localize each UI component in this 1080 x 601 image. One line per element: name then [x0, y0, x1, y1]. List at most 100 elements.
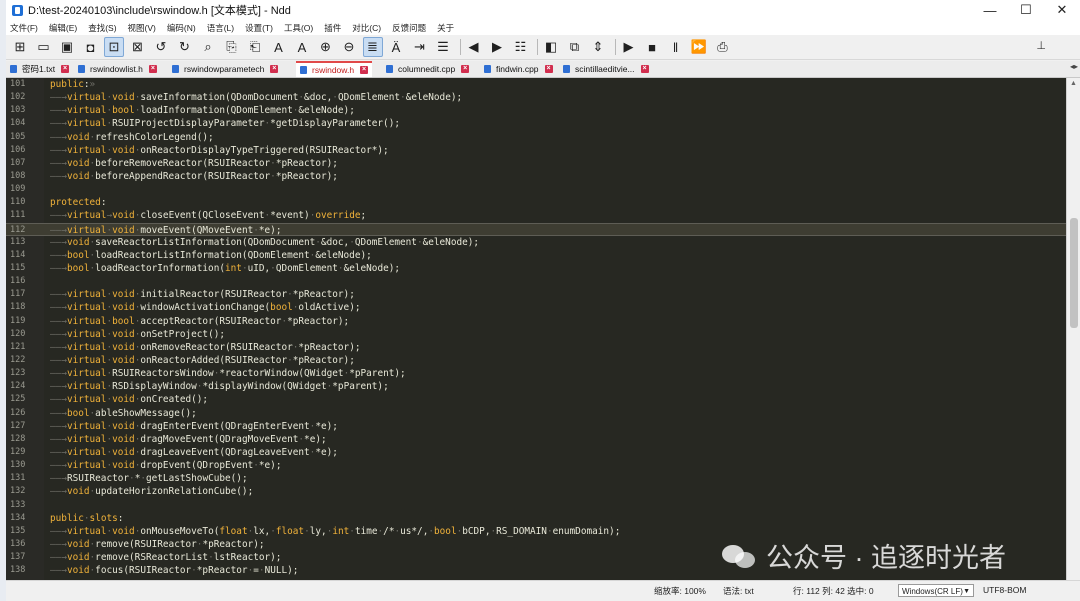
- macro-play-icon[interactable]: ▶: [619, 37, 639, 57]
- code-line[interactable]: 131 ——→RSUIReactor·*·getLastShowCube();: [6, 472, 1066, 485]
- code-line[interactable]: 111 ——→virtual→void·closeEvent(QCloseEven…: [6, 209, 1066, 222]
- editor-tab[interactable]: rswindowparametech ×: [172, 61, 279, 77]
- code-line[interactable]: 132 ——→void·updateHorizonRelationCube();: [6, 485, 1066, 498]
- show-symbols-icon[interactable]: Ä: [386, 37, 406, 57]
- bookmark-icon[interactable]: ⎗: [245, 37, 265, 57]
- code-line[interactable]: 118 ——→virtual·void·windowActivationChang…: [6, 301, 1066, 314]
- editor-tab[interactable]: columnedit.cpp ×: [386, 61, 470, 77]
- menu-item[interactable]: 工具(O): [280, 22, 320, 34]
- macro-save-icon[interactable]: ⎙: [713, 37, 733, 57]
- code-line[interactable]: 133: [6, 499, 1066, 512]
- code-editor[interactable]: 101 public:» 102 ——→virtual·void·saveInform…: [6, 78, 1066, 580]
- menu-item[interactable]: 文件(F): [6, 22, 45, 34]
- scroll-up-arrow[interactable]: ▲: [1070, 80, 1077, 87]
- menu-item[interactable]: 设置(T): [241, 22, 280, 34]
- tab-close-icon[interactable]: ×: [270, 65, 279, 73]
- code-line[interactable]: 103 ——→virtual·bool·loadInformation(QDomE…: [6, 104, 1066, 117]
- maximize-button[interactable]: ☐: [1008, 0, 1044, 20]
- code-line[interactable]: 112 ——→virtual·void·moveEvent(QMoveEvent·…: [6, 222, 1066, 236]
- code-line[interactable]: 120 ——→virtual·void·onSetProject();: [6, 328, 1066, 341]
- menu-item[interactable]: 查找(S): [84, 22, 123, 34]
- code-line[interactable]: 109: [6, 183, 1066, 196]
- word-wrap-icon[interactable]: ≣: [362, 37, 383, 57]
- zoom-out-icon[interactable]: ⊖: [339, 37, 359, 57]
- code-line[interactable]: 134 public·slots:: [6, 512, 1066, 525]
- menu-item[interactable]: 编辑(E): [45, 22, 84, 34]
- code-line[interactable]: 116: [6, 275, 1066, 288]
- redo-icon[interactable]: ↻: [175, 37, 195, 57]
- code-line[interactable]: 107 ——→void·beforeRemoveReactor(RSUIReact…: [6, 157, 1066, 170]
- new-file-icon[interactable]: ⊞: [10, 37, 30, 57]
- code-line[interactable]: 124 ——→virtual·RSDisplayWindow·*displayWi…: [6, 380, 1066, 393]
- tab-close-icon[interactable]: ×: [61, 65, 70, 73]
- close-file-icon[interactable]: ⊡: [104, 37, 124, 57]
- code-line[interactable]: 113 ——→void·saveReactorListInformation(QD…: [6, 236, 1066, 249]
- tab-scroll-arrows[interactable]: ◂▸: [1070, 62, 1078, 71]
- indent-icon[interactable]: ⇥: [410, 37, 430, 57]
- tab-close-icon[interactable]: ×: [148, 65, 157, 73]
- tab-close-icon[interactable]: ×: [640, 65, 649, 73]
- code-line[interactable]: 127 ——→virtual·void·dragEnterEvent(QDragE…: [6, 420, 1066, 433]
- menu-item[interactable]: 对比(C): [348, 22, 388, 34]
- code-line[interactable]: 106 ——→virtual·void·onReactorDisplayTypeT…: [6, 144, 1066, 157]
- replace-icon[interactable]: ⎘: [222, 37, 242, 57]
- code-line[interactable]: 101 public:»: [6, 78, 1066, 91]
- document-list-icon[interactable]: ☰: [433, 37, 453, 57]
- code-line[interactable]: 126 ——→bool·ableShowMessage();: [6, 407, 1066, 420]
- menu-item[interactable]: 关于: [433, 22, 461, 34]
- editor-tab[interactable]: rswindowlist.h ×: [78, 61, 157, 77]
- prev-icon[interactable]: ◀: [464, 37, 484, 57]
- menu-item[interactable]: 编码(N): [163, 22, 203, 34]
- save-all-icon[interactable]: ◘: [81, 37, 101, 57]
- close-button[interactable]: ✕: [1044, 0, 1080, 20]
- tab-close-icon[interactable]: ×: [544, 65, 553, 73]
- save-icon[interactable]: ▣: [57, 37, 77, 57]
- code-line[interactable]: 104 ——→virtual·RSUIProjectDisplayParamete…: [6, 117, 1066, 130]
- menu-item[interactable]: 反馈问题: [388, 22, 433, 34]
- compare-icon[interactable]: ⧉: [565, 37, 585, 57]
- editor-tab[interactable]: scintillaeditvie... ×: [563, 61, 649, 77]
- code-line[interactable]: 117 ——→virtual·void·initialReactor(RSUIRe…: [6, 288, 1066, 301]
- code-line[interactable]: 130 ——→virtual·void·dropEvent(QDropEvent·…: [6, 459, 1066, 472]
- find-icon[interactable]: ⌕: [198, 37, 218, 57]
- code-line[interactable]: 128 ——→virtual·void·dragMoveEvent(QDragMo…: [6, 433, 1066, 446]
- tab-close-icon[interactable]: ×: [461, 65, 470, 73]
- macro-stop-icon[interactable]: ■: [642, 37, 662, 57]
- zoom-in-icon[interactable]: ⊕: [316, 37, 336, 57]
- code-line[interactable]: 123 ——→virtual·RSUIReactorsWindow·*reacto…: [6, 367, 1066, 380]
- editor-tab[interactable]: findwin.cpp ×: [484, 61, 553, 77]
- code-line[interactable]: 102 ——→virtual·void·saveInformation(QDomD…: [6, 91, 1066, 104]
- pin-icon[interactable]: ⊥: [1036, 39, 1046, 52]
- split-view-icon[interactable]: ◧: [541, 37, 561, 57]
- code-line[interactable]: 108 ——→void·beforeAppendReactor(RSUIReact…: [6, 170, 1066, 183]
- list-icon[interactable]: ☷: [511, 37, 531, 57]
- open-folder-icon[interactable]: ▭: [34, 37, 54, 57]
- font-down-icon[interactable]: A: [292, 37, 312, 57]
- minimize-button[interactable]: —: [972, 0, 1008, 20]
- vertical-scrollbar[interactable]: ▲: [1066, 78, 1080, 580]
- scrollbar-thumb[interactable]: [1070, 218, 1078, 328]
- font-up-icon[interactable]: A: [269, 37, 289, 57]
- editor-tab[interactable]: rswindow.h ×: [296, 61, 373, 77]
- code-line[interactable]: 115 ——→bool·loadReactorInformation(int·uI…: [6, 262, 1066, 275]
- code-line[interactable]: 114 ——→bool·loadReactorListInformation(QD…: [6, 249, 1066, 262]
- menu-item[interactable]: 视图(V): [124, 22, 163, 34]
- editor-tab[interactable]: 密码1.txt ×: [10, 61, 70, 77]
- tab-close-icon[interactable]: ×: [360, 66, 369, 74]
- code-line[interactable]: 119 ——→virtual·bool·acceptReactor(RSUIRea…: [6, 315, 1066, 328]
- code-line[interactable]: 122 ——→virtual·void·onReactorAdded(RSUIRe…: [6, 354, 1066, 367]
- sync-scroll-icon[interactable]: ⇕: [588, 37, 608, 57]
- close-all-icon[interactable]: ⊠: [128, 37, 148, 57]
- next-icon[interactable]: ▶: [487, 37, 507, 57]
- eol-select[interactable]: Windows(CR LF) ▼: [898, 584, 974, 597]
- macro-fast-forward-icon[interactable]: ⏩: [689, 37, 709, 57]
- menu-item[interactable]: 语言(L): [203, 22, 241, 34]
- code-line[interactable]: 129 ——→virtual·void·dragLeaveEvent(QDragL…: [6, 446, 1066, 459]
- menu-item[interactable]: 插件: [320, 22, 348, 34]
- code-line[interactable]: 125 ——→virtual·void·onCreated();: [6, 393, 1066, 406]
- macro-pause-icon[interactable]: ‖: [666, 37, 686, 57]
- code-line[interactable]: 110 protected:: [6, 196, 1066, 209]
- code-line[interactable]: 105 ——→void·refreshColorLegend();: [6, 131, 1066, 144]
- undo-icon[interactable]: ↺: [151, 37, 171, 57]
- code-line[interactable]: 121 ——→virtual·void·onRemoveReactor(RSUIR…: [6, 341, 1066, 354]
